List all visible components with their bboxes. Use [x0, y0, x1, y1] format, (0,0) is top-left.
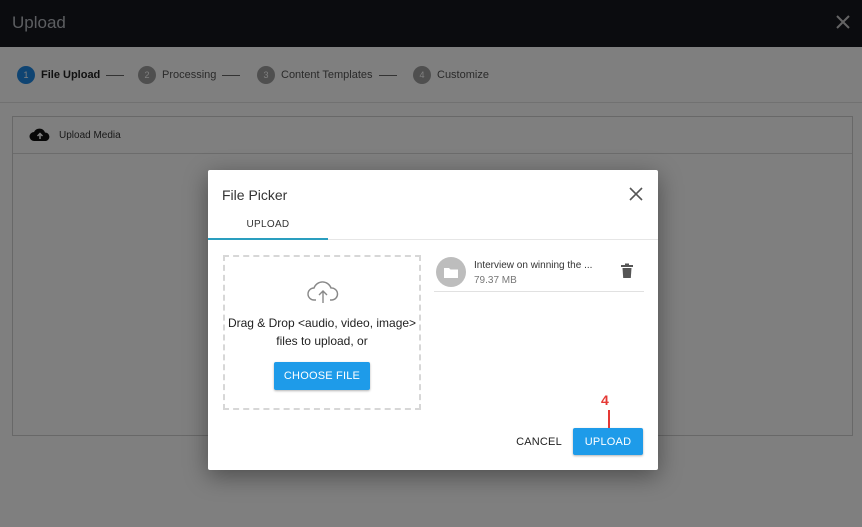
- drop-zone-line: Drag & Drop <audio, video, image>: [227, 316, 417, 330]
- drop-zone-text: Drag & Drop <audio, video, image> files …: [225, 314, 419, 350]
- folder-icon: [436, 257, 466, 287]
- cancel-button[interactable]: CANCEL: [508, 429, 570, 455]
- drop-zone[interactable]: Drag & Drop <audio, video, image> files …: [223, 255, 421, 410]
- drop-zone-line: files to upload, or: [276, 334, 368, 348]
- annotation-pointer: [608, 410, 610, 428]
- cloud-upload-icon: [307, 281, 339, 303]
- file-picker-dialog: File Picker UPLOAD Drag & Drop <audio, v…: [208, 170, 658, 470]
- file-size: 79.37 MB: [474, 275, 517, 286]
- dialog-title: File Picker: [222, 187, 288, 203]
- choose-file-button[interactable]: CHOOSE FILE: [274, 362, 370, 390]
- trash-icon[interactable]: [620, 263, 634, 279]
- close-icon[interactable]: [628, 186, 644, 202]
- tab-upload[interactable]: UPLOAD: [208, 210, 328, 240]
- dialog-tabs: UPLOAD: [208, 210, 658, 240]
- list-item: Interview on winning the ... 79.37 MB: [434, 255, 644, 292]
- upload-button[interactable]: UPLOAD: [573, 428, 643, 455]
- annotation-label: 4: [601, 392, 609, 408]
- file-name: Interview on winning the ...: [474, 260, 593, 271]
